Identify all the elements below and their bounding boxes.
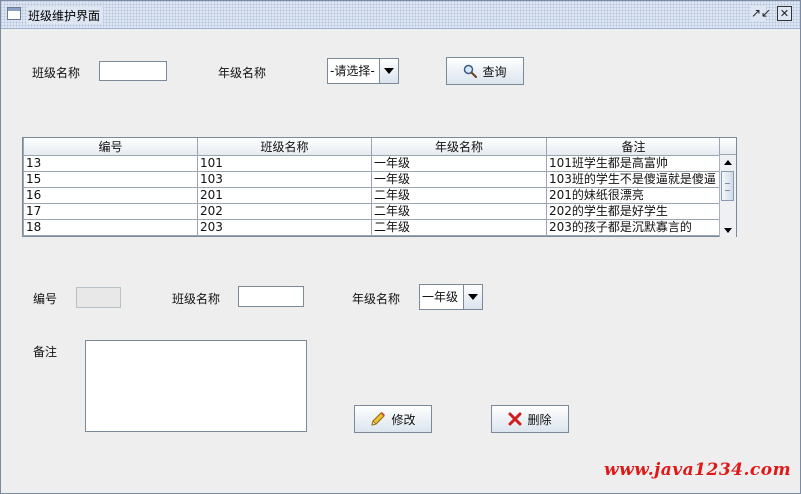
form-remark-textarea[interactable] (85, 340, 307, 432)
scroll-up-arrow-icon[interactable] (720, 155, 736, 169)
column-header-remark[interactable]: 备注 (546, 138, 721, 156)
cell-grade-name: 二年级 (371, 187, 547, 204)
search-grade-selected: -请选择- (330, 64, 375, 78)
cell-id: 16 (23, 187, 198, 204)
chevron-down-icon[interactable] (379, 59, 398, 83)
delete-button[interactable]: 删除 (491, 405, 569, 433)
column-header-grade-name[interactable]: 年级名称 (371, 138, 547, 156)
cell-class-name: 202 (197, 203, 372, 220)
form-remark-label: 备注 (33, 345, 58, 359)
form-id-field (76, 287, 121, 308)
cell-grade-name: 二年级 (371, 219, 547, 236)
table-vertical-scrollbar[interactable] (719, 155, 736, 237)
title-bar[interactable]: 班级维护界面 ↗↙ ✕ (0, 0, 801, 29)
search-class-name-label: 班级名称 (32, 66, 81, 80)
table-row[interactable]: 16 201 二年级 201的妹纸很漂亮 (23, 187, 721, 204)
window-title: 班级维护界面 (27, 7, 104, 24)
pencil-icon (370, 411, 386, 427)
query-button[interactable]: 查询 (446, 57, 524, 85)
modify-button[interactable]: 修改 (354, 405, 432, 433)
cell-grade-name: 一年级 (371, 171, 547, 188)
scroll-down-arrow-icon[interactable] (720, 223, 736, 237)
cell-grade-name: 二年级 (371, 203, 547, 220)
column-header-id[interactable]: 编号 (23, 138, 198, 156)
delete-button-label: 删除 (527, 412, 552, 427)
search-grade-label: 年级名称 (218, 66, 267, 80)
search-grade-select[interactable]: -请选择- (327, 58, 399, 84)
table-row[interactable]: 15 103 一年级 103班的学生不是傻逼就是傻逼 (23, 171, 721, 188)
cell-class-name: 101 (197, 155, 372, 172)
search-class-name-input[interactable] (99, 61, 167, 81)
cell-class-name: 103 (197, 171, 372, 188)
cell-remark: 101班学生都是高富帅 (546, 155, 721, 172)
class-table[interactable]: 编号 班级名称 年级名称 备注 13 101 一年级 101班学生都是高富帅 1… (22, 137, 737, 237)
table-header-row: 编号 班级名称 年级名称 备注 (23, 138, 721, 156)
cell-remark: 201的妹纸很漂亮 (546, 187, 721, 204)
window-icon (7, 7, 21, 20)
form-class-name-input[interactable] (238, 286, 304, 307)
form-grade-select[interactable]: 一年级 (419, 284, 483, 310)
cell-id: 17 (23, 203, 198, 220)
form-grade-selected: 一年级 (422, 290, 459, 304)
chevron-down-icon[interactable] (463, 285, 482, 309)
cell-id: 13 (23, 155, 198, 172)
cell-class-name: 203 (197, 219, 372, 236)
watermark-text: www.java1234.com (604, 460, 792, 480)
cell-grade-name: 一年级 (371, 155, 547, 172)
cell-class-name: 201 (197, 187, 372, 204)
table-row[interactable]: 17 202 二年级 202的学生都是好学生 (23, 203, 721, 220)
table-row[interactable]: 18 203 二年级 203的孩子都是沉默寡言的 (23, 219, 721, 236)
form-grade-label: 年级名称 (352, 292, 401, 306)
table-header-corner (719, 138, 736, 155)
form-id-label: 编号 (33, 292, 58, 306)
red-x-icon (508, 412, 522, 426)
restore-icon[interactable]: ↗↙ (751, 6, 771, 21)
cell-id: 18 (23, 219, 198, 236)
modify-button-label: 修改 (391, 412, 416, 427)
close-icon[interactable]: ✕ (777, 6, 792, 21)
cell-id: 15 (23, 171, 198, 188)
form-class-name-label: 班级名称 (172, 292, 221, 306)
scrollbar-thumb[interactable] (721, 171, 734, 201)
cell-remark: 103班的学生不是傻逼就是傻逼 (546, 171, 721, 188)
column-header-class-name[interactable]: 班级名称 (197, 138, 372, 156)
cell-remark: 203的孩子都是沉默寡言的 (546, 219, 721, 236)
cell-remark: 202的学生都是好学生 (546, 203, 721, 220)
table-row[interactable]: 13 101 一年级 101班学生都是高富帅 (23, 155, 721, 172)
magnifier-icon (463, 64, 478, 78)
query-button-label: 查询 (482, 64, 507, 79)
